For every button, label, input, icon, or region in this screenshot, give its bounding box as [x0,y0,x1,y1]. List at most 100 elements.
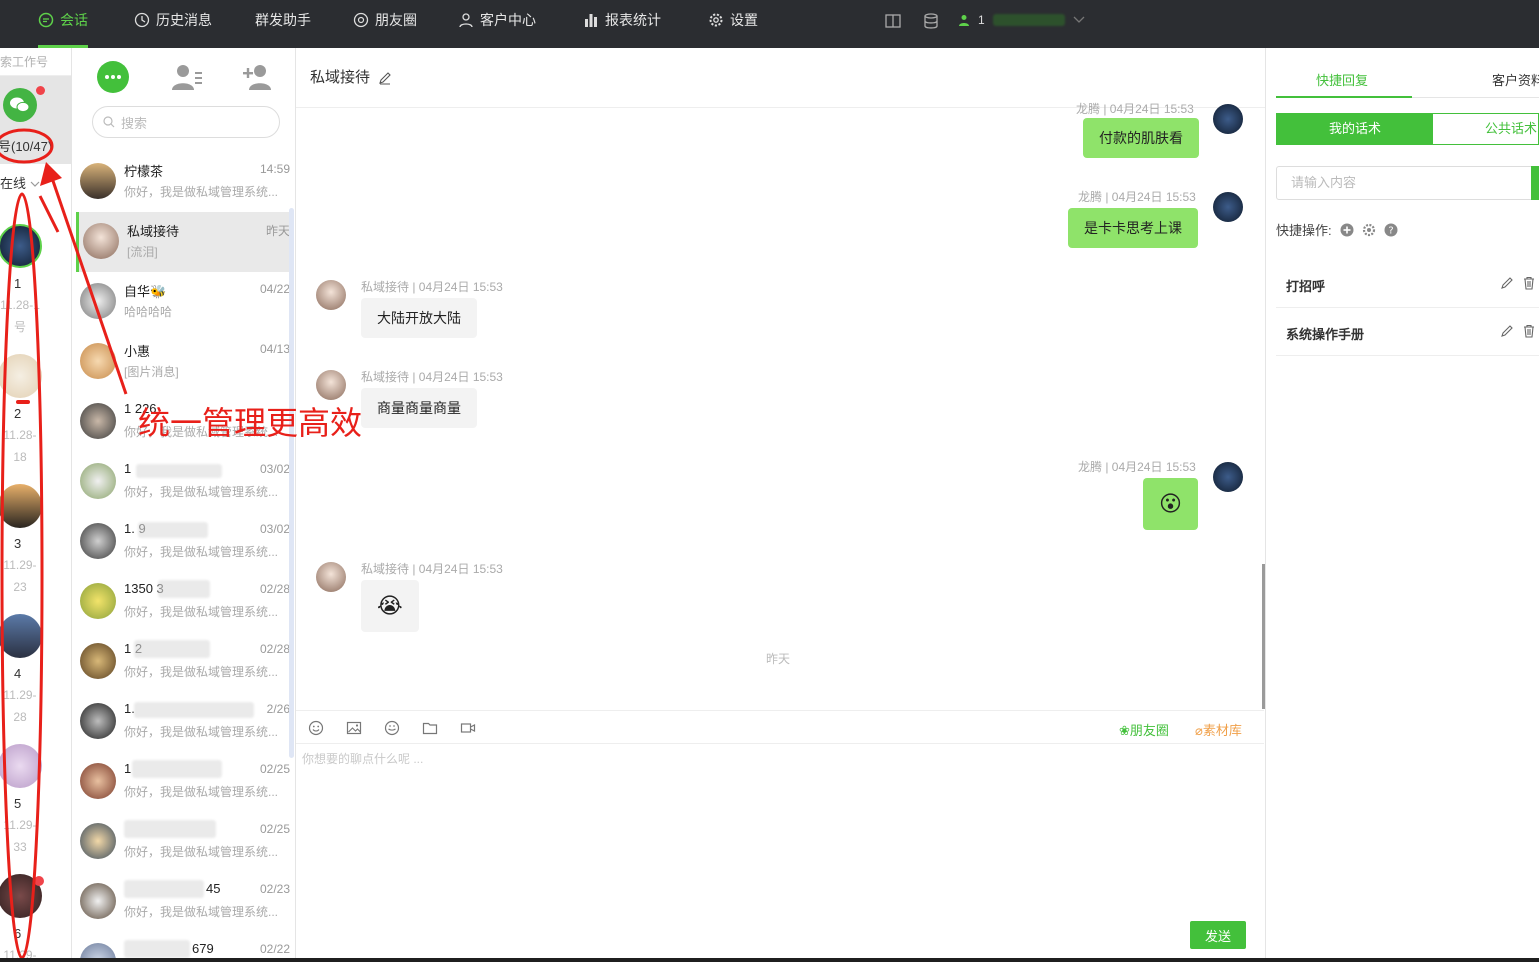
nav-tab-reports[interactable]: 报表统计 [583,0,661,48]
trash-icon[interactable] [1522,324,1536,338]
nav-tab-history[interactable]: 历史消息 [134,0,212,48]
help-icon[interactable]: ? [1384,223,1398,237]
message-bubble: 大陆开放大陆 [361,298,477,338]
material-library-link[interactable]: ⌀素材库 [1195,720,1242,739]
unread-dot [16,400,30,404]
message-meta: 龙腾 | 04月24日 15:53 [1076,102,1194,116]
trash-icon[interactable] [1522,276,1536,290]
conversation-item[interactable]: 自华🐝 04/22 哈哈哈哈 [76,272,294,332]
conversation-item[interactable]: 1. 2/26 你好，我是做私域管理系统... [76,692,294,752]
nav-tab-customers[interactable]: 客户中心 [458,0,536,48]
nav-tab-moments[interactable]: 朋友圈 [353,0,417,48]
conversation-search-input[interactable]: 搜索 [92,106,280,138]
emoji-icon[interactable] [308,720,324,736]
conversation-item[interactable]: 小惠 04/13 [图片消息] [76,332,294,392]
nav-tab-label: 朋友圈 [375,12,417,28]
unread-dot [36,86,45,95]
image-icon[interactable] [346,720,362,736]
message-meta: 私域接待 | 04月24日 15:53 [361,562,503,576]
avatar [1213,104,1243,134]
library-label: 素材库 [1202,723,1242,738]
avatar [0,354,42,398]
contact-name: 小惠 [124,344,151,359]
moments-link[interactable]: ❀朋友圈 [1119,720,1169,739]
chat-tab-icon[interactable] [96,60,130,94]
conversation-item[interactable]: 45 02/23 你好，我是做私域管理系统... [76,872,294,932]
message-preview: 哈哈哈哈 [124,305,173,319]
tab-quick-reply[interactable]: 快捷回复 [1316,70,1368,89]
nav-tab-label: 报表统计 [605,12,661,28]
chat-panel: 私域接待 龙腾 | 04月24日 15:53 付款的肌肤看 龙腾 | 04月24… [296,48,1266,962]
user-menu[interactable]: 1 [958,0,1085,40]
moments-label: 朋友圈 [1129,723,1169,738]
edit-pencil-icon[interactable] [1500,276,1514,290]
conversation-item[interactable]: 柠檬茶 14:59 你好，我是做私域管理系统... [76,152,294,212]
avatar [80,463,116,499]
sticker-icon[interactable] [384,720,400,736]
message-preview: 你好，我是做私域管理系统... [124,665,279,679]
message-preview: 你好，我是做私域管理系统... [124,605,279,619]
gear-icon[interactable] [1362,223,1376,237]
message-preview: 你好，我是做私域管理系统... [124,785,279,799]
avatar [80,583,116,619]
avatar [80,883,116,919]
send-button[interactable]: 发送 [1190,921,1246,949]
conversation-item[interactable]: 02/25 你好，我是做私域管理系统... [76,812,294,872]
nav-tab-settings[interactable]: 设置 [708,0,758,48]
account-date: 11.29- [3,558,37,572]
conversation-item[interactable]: 1. 9 03/02 你好，我是做私域管理系统... [76,512,294,572]
account-number: 1 [14,276,22,291]
message-time: 03/02 [259,462,290,476]
contact-name: 679 [192,941,214,956]
account-number: 2 [14,406,22,421]
seg-my-scripts[interactable]: 我的话术 [1277,114,1433,144]
chat-bubble-icon [38,12,54,28]
nav-tab-chat[interactable]: 会话 [38,0,88,48]
contacts-icon[interactable] [170,60,204,94]
add-circle-icon[interactable] [1340,223,1354,237]
account-number: 5 [14,796,22,811]
book-icon[interactable] [884,12,902,30]
avatar [316,280,346,310]
wechat-account-group[interactable]: 号(10/47) [0,76,71,164]
tab-customer-profile[interactable]: 客户资料 [1492,70,1539,89]
status-filter[interactable]: 在线 [0,164,71,204]
message-preview: [流泪] [127,245,158,259]
conversation-item[interactable]: 1350 3 02/28 你好，我是做私域管理系统... [76,572,294,632]
nav-tab-label: 客户中心 [480,12,536,28]
name-blur [158,580,210,598]
video-icon[interactable] [460,720,476,736]
bottom-border [0,958,1539,962]
nav-tab-broadcast[interactable]: 群发助手 [255,0,311,48]
search-submit-button[interactable] [1531,166,1539,200]
quick-reply-item[interactable]: 打招呼 [1276,260,1539,308]
database-icon[interactable] [922,12,940,30]
avatar [80,703,116,739]
chat-scrollbar[interactable] [1262,564,1265,709]
conversation-item[interactable]: 1 02/25 你好，我是做私域管理系统... [76,752,294,812]
edit-pencil-icon[interactable] [1500,324,1514,338]
message-preview: 你好，我是做私域管理系统... [124,845,279,859]
message-time: 02/22 [259,942,290,956]
status-label: 在线 [0,176,27,191]
message-preview: 你好，我是做私域管理系统... [124,485,279,499]
right-tabs: 快捷回复 客户资料 [1276,62,1539,98]
conversation-item[interactable]: 1 2 02/28 你好，我是做私域管理系统... [76,632,294,692]
conversation-item[interactable]: 1 03/02 你好，我是做私域管理系统... [76,452,294,512]
folder-icon[interactable] [422,720,438,736]
list-scrollbar[interactable] [289,208,294,758]
message-time: 昨天 [265,224,290,238]
quick-reply-search-input[interactable]: 请输入内容 [1276,166,1539,200]
message-time: 02/28 [259,642,290,656]
account-number: 3 [14,536,22,551]
add-friend-icon[interactable] [242,60,276,94]
account-date-suffix: 28 [13,710,27,724]
quick-reply-item[interactable]: 系统操作手册 [1276,308,1539,356]
conversation-item-selected[interactable]: 私域接待 昨天 [流泪] [76,212,294,272]
seg-public-scripts[interactable]: 公共话术 [1433,114,1539,144]
message-meta: 龙腾 | 04月24日 15:53 [1078,460,1196,474]
edit-pencil-icon[interactable] [378,71,392,85]
conversation-list: 搜索 柠檬茶 14:59 你好，我是做私域管理系统... 私域接待 昨天 [流泪… [72,48,296,962]
account-search-input[interactable]: 索工作号 [0,48,71,76]
message-input[interactable]: 你想要的聊点什么呢 ... [302,750,423,767]
